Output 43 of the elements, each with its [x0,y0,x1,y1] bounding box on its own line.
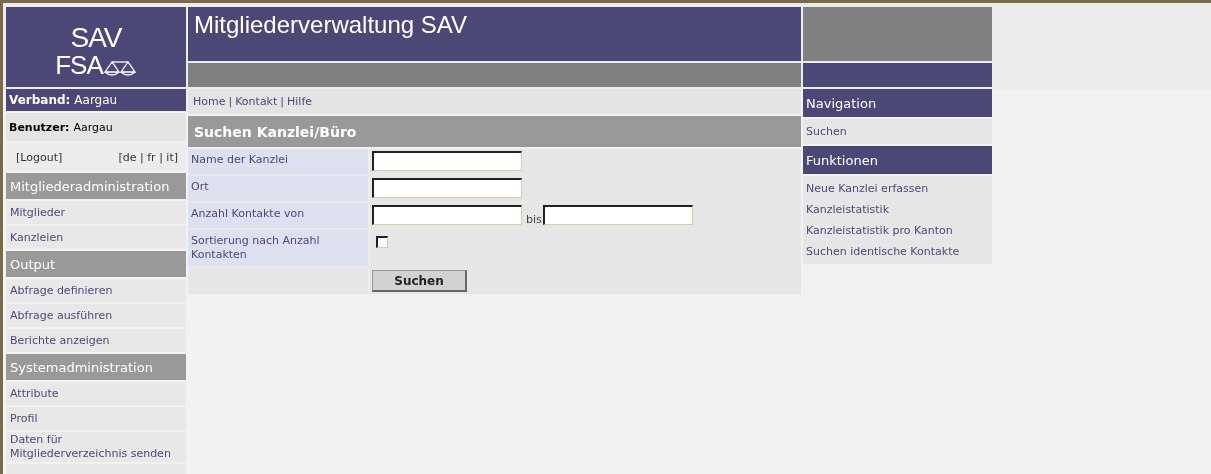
field-label: Ort [188,176,368,201]
input-field[interactable] [372,178,522,198]
nav-link[interactable]: Kanzleistatistik [803,199,992,220]
scales-icon [102,60,137,78]
breadcrumb-link[interactable]: Hilfe [287,95,313,108]
logout-link[interactable]: [Logout] [16,150,63,164]
input-field[interactable] [542,205,693,225]
sidebar-item[interactable]: Abfrage definieren [6,279,186,302]
logo-text: FSA [55,52,103,78]
section-header: Navigation [803,89,992,117]
language-links[interactable]: [de | fr | it] [118,150,178,164]
field-label: Sortierung nach Anzahl Kontakten [188,230,368,266]
separator: | [280,95,285,108]
sidebar-item[interactable]: Daten für Mitgliederverzeichnis senden [6,432,186,462]
nav-link[interactable]: Kanzleistatistik pro Kanton [803,220,992,241]
breadcrumb-link[interactable]: Kontakt [235,95,278,108]
sidebar-item[interactable]: Mitglieder [6,201,186,224]
page-title: Mitgliederverwaltung SAV [188,7,801,61]
section-header: Mitgliederadministration [6,173,186,199]
input-field[interactable] [372,151,522,171]
sidebar-item[interactable]: Attribute [6,382,186,405]
input-field[interactable] [372,205,522,225]
form-heading: Suchen Kanzlei/Büro [188,116,801,147]
sidebar-item[interactable]: Berichte anzeigen [6,329,186,352]
nav-link[interactable]: Suchen [803,121,992,142]
sidebar-item[interactable]: Kanzleien [6,226,186,249]
sidebar-item[interactable]: Abfrage ausführen [6,304,186,327]
search-button[interactable]: Suchen [372,270,467,292]
benutzer-label: Benutzer: Aargau [6,113,186,141]
field-label: Name der Kanzlei [188,149,368,174]
logo-text: SAV [70,24,122,52]
breadcrumb-link[interactable]: Home [193,95,226,108]
section-header: Output [6,251,186,277]
checkbox[interactable] [376,236,388,248]
separator: | [228,95,233,108]
nav-link[interactable]: Neue Kanzlei erfassen [803,178,992,199]
section-header: Funktionen [803,146,992,174]
sidebar-item[interactable]: Profil [6,407,186,430]
section-header: Systemadministration [6,354,186,380]
range-label: bis [526,213,542,226]
nav-link[interactable]: Suchen identische Kontakte [803,241,992,262]
field-label: Anzahl Kontakte von [188,203,368,228]
verband-label: Verband: Aargau [6,89,186,111]
